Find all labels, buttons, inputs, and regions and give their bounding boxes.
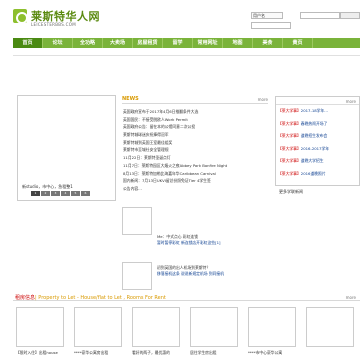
- sub-nav-bar: [13, 50, 360, 56]
- sidebar-text[interactable]: 道晚大学招生: [301, 158, 324, 163]
- sidebar-tag: 【莱大学事】: [278, 133, 301, 138]
- sidebar-news-item[interactable]: 【莱大学事】道晚招生发布会: [276, 130, 359, 143]
- sidebar-text[interactable]: 道晚招生发布会: [301, 133, 328, 138]
- news-item[interactable]: 英国政府宣布于2017年4月6日推翻条件大选: [123, 108, 269, 116]
- slide-dot[interactable]: 1: [31, 191, 40, 196]
- nav-item-rental[interactable]: 房屋租赁: [133, 38, 163, 48]
- property-more-link[interactable]: more: [346, 295, 356, 300]
- nav-item-market[interactable]: 大卖场: [103, 38, 133, 48]
- login-type-select[interactable]: 用户名: [251, 12, 283, 19]
- nav-item-home[interactable]: 首页: [13, 38, 43, 48]
- site-logo-icon[interactable]: [13, 9, 28, 24]
- news-more-link[interactable]: more: [258, 97, 268, 102]
- nav-item-links[interactable]: 常用网址: [193, 38, 223, 48]
- slideshow-pager: 1 2 3 4 5 6: [31, 191, 91, 196]
- nav-item-study[interactable]: 留学: [163, 38, 193, 48]
- property-label[interactable]: 居住学生房出租: [190, 350, 248, 356]
- promo-detail[interactable]: 暂时暂停彩虹 新连锁店开彩虹这些[1]: [157, 240, 272, 246]
- sidebar-text[interactable]: 春晚热闹开场了: [301, 121, 328, 126]
- property-title[interactable]: 租房信息| Property to Let - House/flat to Le…: [15, 294, 166, 301]
- slide-dot[interactable]: 4: [61, 191, 70, 196]
- news-item[interactable]: 莱斯特城球迷庆祝捧得冠军: [123, 131, 269, 139]
- promo-thumbnail[interactable]: [122, 262, 152, 290]
- site-url: LEICESTERBBS.COM: [31, 22, 76, 27]
- slide-dot[interactable]: 3: [51, 191, 60, 196]
- property-cards: [16, 307, 360, 347]
- nav-item-yellowpages[interactable]: 黄页: [283, 38, 313, 48]
- sidebar-news-item[interactable]: 【莱大学事】春晚热闹开场了: [276, 118, 359, 131]
- slideshow-caption[interactable]: 新studio，市中心，急租整1: [22, 184, 73, 190]
- sidebar-tag: 【莱大学事】: [278, 145, 301, 151]
- sidebar-text[interactable]: 2016-2017学年: [301, 146, 329, 151]
- promo-block: Me：中式点心 彩虹连锁 暂时暂停彩虹 新连锁店开彩虹这些[1]: [157, 234, 272, 246]
- student-union-news: more 【莱大学事】2017-18学年... 【莱大学事】春晚热闹开场了 【莱…: [275, 96, 360, 186]
- sidebar-tag: 【莱大学事】: [278, 170, 301, 176]
- property-title-en[interactable]: | Property to Let - House/flat to Let , …: [35, 295, 166, 301]
- sidebar-tag: 【莱大学事】: [278, 158, 301, 163]
- property-title-cn[interactable]: 租房信息: [15, 295, 35, 301]
- sidebar-text[interactable]: 2017-18学年...: [301, 108, 328, 113]
- news-item[interactable]: 11月7日：莱斯特园区大烟火之夜Abbey Park Bonfire Night: [123, 162, 269, 170]
- sidebar-text[interactable]: 2016道晚照片: [301, 171, 326, 176]
- sidebar-news-item[interactable]: 【莱大学事】道晚大学招生: [276, 155, 359, 168]
- property-label[interactable]: ****市中心豪华公寓: [248, 350, 306, 356]
- property-thumbnail[interactable]: [132, 307, 180, 347]
- property-label[interactable]: 看好的两子，最优惠的: [132, 350, 190, 356]
- news-item[interactable]: 莱斯特城到英国王室最佳组奖: [123, 139, 269, 147]
- news-item[interactable]: 国内新闻：7月13日UKVI留总份照免证Tier 4学生签: [123, 177, 269, 185]
- property-thumbnail[interactable]: [190, 307, 238, 347]
- slide-dot[interactable]: 2: [41, 191, 50, 196]
- sidebar-header: more: [276, 97, 359, 105]
- property-thumbnail[interactable]: [306, 307, 354, 347]
- login-button[interactable]: [340, 12, 360, 19]
- password-input[interactable]: [251, 22, 291, 29]
- property-thumbnail[interactable]: [16, 307, 64, 347]
- news-item[interactable]: 公告内容...: [123, 185, 269, 193]
- nav-item-guide[interactable]: 全功略: [73, 38, 103, 48]
- promo-thumbnail[interactable]: [122, 207, 152, 235]
- sidebar-tag: 【莱大学事】: [278, 108, 301, 113]
- sidebar-footer-link[interactable]: 更多学联新闻: [279, 189, 303, 195]
- news-title: NEWS: [122, 96, 139, 102]
- property-thumbnail[interactable]: [248, 307, 296, 347]
- nav-item-food[interactable]: 美食: [253, 38, 283, 48]
- news-item[interactable]: 11月22日：莱斯特圣诞点灯: [123, 154, 269, 162]
- news-item[interactable]: 8月13日：莱斯特加勒比海嘉年华Caribbean Carnival: [123, 170, 269, 178]
- news-item[interactable]: 英国政府公告：留在本的公馆同意二次公投: [123, 123, 269, 131]
- property-header: 租房信息| Property to Let - House/flat to Le…: [13, 293, 360, 301]
- main-nav: 首页 论坛 全功略 大卖场 房屋租赁 留学 常用网址 地图 美食 黄页: [13, 38, 360, 48]
- sidebar-news-item[interactable]: 【莱大学事】2017-18学年...: [276, 105, 359, 118]
- property-labels: 【限时入住】出租house ****豪华公寓房出租 看好的两子，最优惠的 居住学…: [16, 350, 360, 356]
- sidebar-news-item[interactable]: 【莱大学事】2016-2017学年: [276, 143, 359, 156]
- slideshow[interactable]: 新studio，市中心，急租整1 1 2 3 4 5 6: [17, 95, 116, 201]
- news-list: 英国政府宣布于2017年4月6日推翻条件大选 英国国民：不接受脱欧人Work P…: [123, 108, 269, 193]
- nav-item-forum[interactable]: 论坛: [43, 38, 73, 48]
- slide-dot[interactable]: 5: [71, 191, 80, 196]
- property-thumbnail[interactable]: [74, 307, 122, 347]
- nav-item-map[interactable]: 地图: [223, 38, 253, 48]
- property-label[interactable]: 【限时入住】出租house: [16, 350, 74, 356]
- news-item[interactable]: 英国国民：不接受脱欧人Work Permit: [123, 116, 269, 124]
- property-label[interactable]: ****豪华公寓房出租: [74, 350, 132, 356]
- news-header: NEWS more: [122, 96, 268, 104]
- promo-detail[interactable]: 移落接机这条 说说新规定机场 到同接机: [157, 271, 272, 277]
- sidebar-news-item[interactable]: 【莱大学事】2016道晚照片: [276, 168, 359, 181]
- promo-block: 初到英国的出人机场到莱斯特？ 移落接机这条 说说新规定机场 到同接机: [157, 265, 272, 277]
- sidebar-more-link[interactable]: more: [346, 99, 356, 104]
- username-input[interactable]: [300, 12, 340, 19]
- news-item[interactable]: 莱斯特市至城社安全管理规: [123, 146, 269, 154]
- slide-dot[interactable]: 6: [81, 191, 90, 196]
- sidebar-tag: 【莱大学事】: [278, 120, 301, 126]
